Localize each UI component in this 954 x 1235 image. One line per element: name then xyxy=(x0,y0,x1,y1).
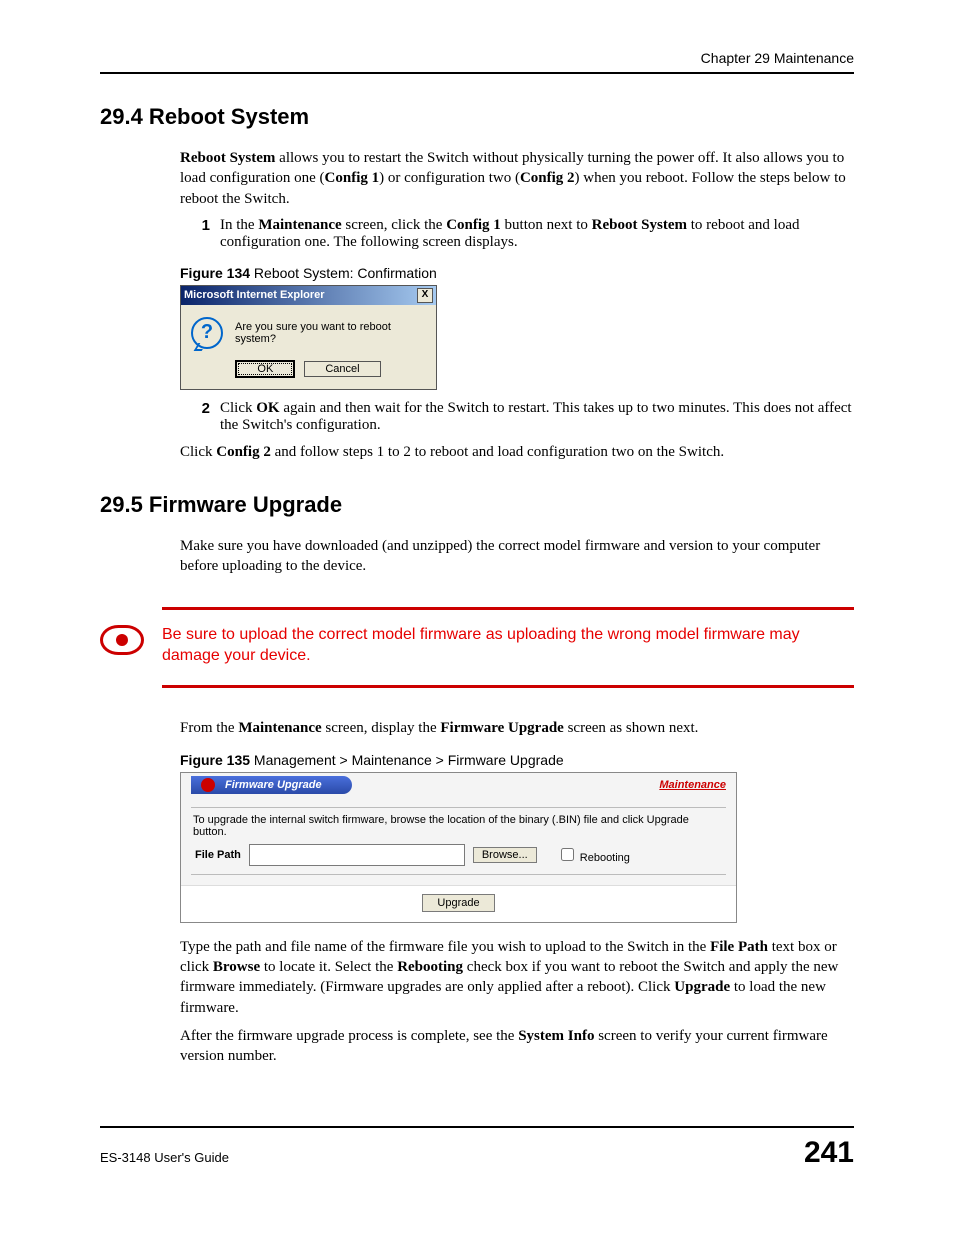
step-1-text: In the Maintenance screen, click the Con… xyxy=(220,217,854,251)
dialog-message: Are you sure you want to reboot system? xyxy=(235,321,426,345)
reboot-config2-note: Click Config 2 and follow steps 1 to 2 t… xyxy=(180,442,854,462)
step-1: 1 In the Maintenance screen, click the C… xyxy=(180,217,854,251)
footer-page-number: 241 xyxy=(804,1136,854,1170)
upgrade-button[interactable]: Upgrade xyxy=(422,894,494,912)
header-rule xyxy=(100,72,854,74)
rebooting-checkbox-wrap: Rebooting xyxy=(557,845,630,864)
firmware-paragraph-2: Type the path and file name of the firmw… xyxy=(180,937,854,1018)
footer-guide-name: ES-3148 User's Guide xyxy=(100,1150,229,1165)
step-2-text: Click OK again and then wait for the Swi… xyxy=(220,400,854,434)
firmware-from-text: From the Maintenance screen, display the… xyxy=(180,718,854,738)
browse-button[interactable]: Browse... xyxy=(473,847,537,863)
rebooting-checkbox[interactable] xyxy=(561,848,574,861)
step-2-number: 2 xyxy=(180,400,220,434)
tab-dot-icon xyxy=(201,778,215,792)
firmware-tab: Firmware Upgrade xyxy=(191,776,352,794)
question-icon: ? xyxy=(191,317,223,349)
close-icon[interactable]: X xyxy=(417,288,433,303)
firmware-upgrade-panel: Firmware Upgrade Maintenance To upgrade … xyxy=(180,772,737,923)
firmware-paragraph-3: After the firmware upgrade process is co… xyxy=(180,1026,854,1067)
reboot-intro: Reboot System allows you to restart the … xyxy=(180,148,854,209)
step-1-number: 1 xyxy=(180,217,220,251)
firmware-instruction: To upgrade the internal switch firmware,… xyxy=(191,812,726,840)
footer-rule xyxy=(100,1126,854,1128)
warning-text: Be sure to upload the correct model firm… xyxy=(162,624,854,667)
dialog-titlebar: Microsoft Internet Explorer X xyxy=(181,286,436,305)
section-heading-29-5: 29.5 Firmware Upgrade xyxy=(100,492,854,518)
maintenance-link[interactable]: Maintenance xyxy=(659,779,726,791)
file-path-label: File Path xyxy=(195,849,241,861)
figure-135-caption: Figure 135 Management > Maintenance > Fi… xyxy=(180,752,854,768)
dialog-title: Microsoft Internet Explorer xyxy=(184,289,325,301)
section-heading-29-4: 29.4 Reboot System xyxy=(100,104,854,130)
file-path-input[interactable] xyxy=(249,844,465,866)
firmware-intro: Make sure you have downloaded (and unzip… xyxy=(180,536,854,577)
reboot-system-term: Reboot System xyxy=(180,150,275,166)
page-header-chapter: Chapter 29 Maintenance xyxy=(100,50,854,66)
ok-button[interactable]: OK xyxy=(236,361,294,377)
warning-callout: Be sure to upload the correct model firm… xyxy=(162,607,854,688)
cancel-button[interactable]: Cancel xyxy=(304,361,380,377)
reboot-confirm-dialog: Microsoft Internet Explorer X ? Are you … xyxy=(180,285,437,390)
rebooting-label: Rebooting xyxy=(580,852,630,864)
figure-134-caption: Figure 134 Reboot System: Confirmation xyxy=(180,265,854,281)
warning-eye-icon xyxy=(100,625,144,655)
step-2: 2 Click OK again and then wait for the S… xyxy=(180,400,854,434)
